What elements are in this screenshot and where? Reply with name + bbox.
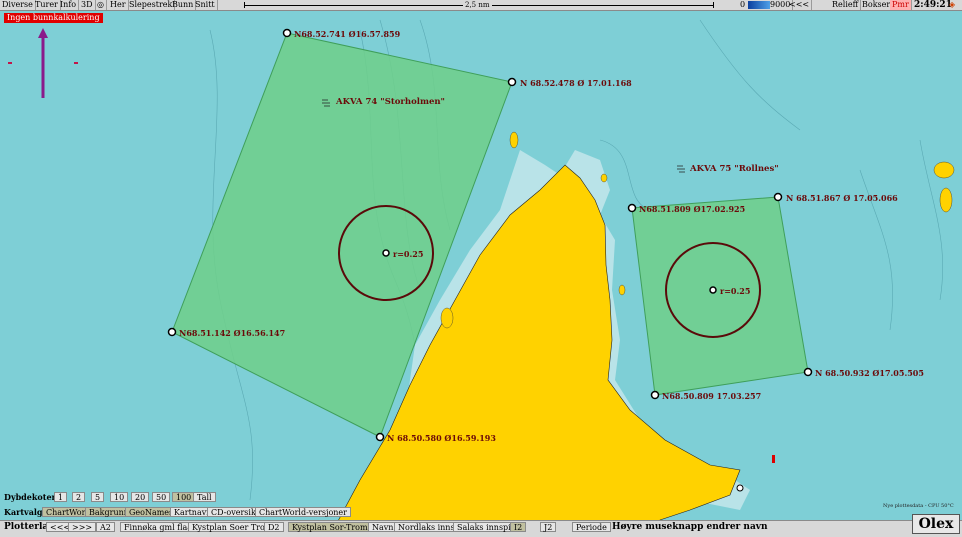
target-icon[interactable]: ◎	[95, 0, 107, 10]
buoy-icon	[772, 455, 775, 463]
zone1-name: AKVA 74 "Storholmen"	[336, 97, 445, 107]
depth-min: 0	[740, 0, 746, 9]
zone1-corner-sw: N68.51.142 Ø16.56.147	[179, 328, 286, 338]
pmr-button[interactable]: Pmr	[890, 0, 912, 10]
plotter-layer-i2[interactable]: I2	[510, 522, 527, 532]
depth-100-button[interactable]: 100	[172, 492, 196, 502]
zone2-corner-ne: N 68.51.867 Ø 17.05.066	[786, 193, 898, 203]
plotter-layer-j2[interactable]: J2	[540, 522, 557, 532]
chartworld-versjoner-button[interactable]: ChartWorld-versjoner	[255, 507, 351, 517]
depth-color-scale[interactable]	[748, 1, 770, 9]
depth-20-button[interactable]: 20	[131, 492, 150, 502]
menu-info[interactable]: Info	[58, 0, 80, 10]
depth-10-button[interactable]: 10	[110, 492, 129, 502]
zone1-corner-ne: N 68.52.478 Ø 17.01.168	[520, 78, 632, 88]
zone1-corner-se: N 68.50.580 Ø16.59.193	[387, 433, 496, 443]
menu-3d[interactable]: 3D	[79, 0, 96, 10]
zone1-corner-nw: N68.52.741 Ø16.57.859	[294, 29, 401, 39]
olex-logo: Olex	[912, 514, 960, 534]
settings-icon[interactable]: ◈	[947, 0, 957, 10]
plotterlag-row: Plotterlag <<< >>> A2 Finnøka gml flaate…	[0, 520, 962, 537]
hint-text: Høyre museknapp endrer navn	[612, 522, 768, 532]
zone1-radius: r=0.25	[393, 249, 424, 259]
warning-badge: Ingen bunnkalkulering	[4, 13, 103, 23]
zone2-name: AKVA 75 "Rollnes"	[690, 164, 779, 174]
footnote: Nye plottesdata - CPU 50°C	[883, 503, 954, 509]
nav-back-button[interactable]: <<<	[787, 0, 813, 10]
anchor-icon	[736, 484, 744, 492]
relieff-button[interactable]: Relieff	[830, 0, 862, 10]
plotter-periode-button[interactable]: Periode	[572, 522, 611, 532]
menu-slepestrek[interactable]: Slepestrek	[127, 0, 176, 10]
depth-2-button[interactable]: 2	[72, 492, 86, 502]
plotter-next-button[interactable]: >>>	[68, 522, 97, 532]
zone2-corner-se: N 68.50.932 Ø17.05.505	[815, 368, 924, 378]
plotter-layer-d2[interactable]: D2	[264, 522, 284, 532]
depth-1-button[interactable]: 1	[54, 492, 68, 502]
bokser-button[interactable]: Bokser	[860, 0, 894, 10]
menu-turer[interactable]: Turer	[33, 0, 61, 10]
nautical-chart[interactable]	[0, 0, 962, 536]
depth-tall-button[interactable]: Tall	[193, 492, 216, 502]
scale-label: 2,5 nm	[463, 0, 492, 10]
zone2-radius: r=0.25	[720, 286, 751, 296]
top-toolbar: Diverse Turer Info 3D ◎ Her Slepestrek B…	[0, 0, 962, 11]
kartvalg-row: Kartvalg ChartWorld Bakgrunn GeoNames Ka…	[0, 506, 351, 518]
dybdekoter-label: Dybdekoter	[4, 492, 56, 502]
menu-snitt[interactable]: Snitt	[193, 0, 218, 10]
menu-diverse[interactable]: Diverse	[0, 0, 36, 10]
menu-her[interactable]: Her	[108, 0, 129, 10]
zone2-corner-nw: N68.51.809 Ø17.02.925	[639, 204, 746, 214]
zone2-corner-sw: N68.50.809 17.03.257	[662, 391, 762, 401]
kartvalg-label: Kartvalg	[4, 507, 43, 517]
depth-50-button[interactable]: 50	[152, 492, 171, 502]
depth-5-button[interactable]: 5	[91, 492, 105, 502]
plotter-layer-a2[interactable]: A2	[96, 522, 115, 532]
zone2-polygon[interactable]	[631, 196, 809, 396]
